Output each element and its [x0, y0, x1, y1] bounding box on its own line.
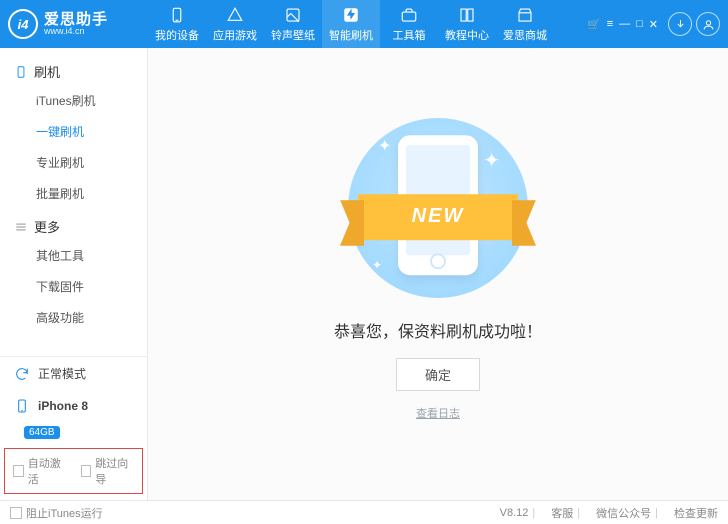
tab-store[interactable]: 爱思商城: [496, 0, 554, 48]
sidebar-item-batch-flash[interactable]: 批量刷机: [0, 178, 147, 209]
checkbox-label: 阻止iTunes运行: [26, 505, 103, 521]
checkbox-block-itunes[interactable]: 阻止iTunes运行: [10, 505, 103, 521]
flash-icon: [342, 6, 360, 24]
checkbox-label: 自动激活: [28, 455, 67, 487]
tab-tutorial[interactable]: 教程中心: [438, 0, 496, 48]
tab-label: 爱思商城: [503, 27, 547, 43]
status-support[interactable]: 客服: [551, 505, 573, 521]
apps-icon: [226, 6, 244, 24]
tab-toolbox[interactable]: 工具箱: [380, 0, 438, 48]
tab-label: 铃声壁纸: [271, 27, 315, 43]
device-info[interactable]: iPhone 8: [0, 390, 147, 422]
maximize-button[interactable]: □: [636, 18, 643, 30]
status-wechat[interactable]: 微信公众号: [596, 505, 651, 521]
mode-label: 正常模式: [38, 365, 86, 382]
phone-icon: [14, 398, 30, 414]
phone-icon: [14, 65, 28, 79]
sidebar-item-other-tools[interactable]: 其他工具: [0, 240, 147, 271]
book-icon: [458, 6, 476, 24]
tab-label: 我的设备: [155, 27, 199, 43]
refresh-icon: [14, 366, 30, 382]
tab-label: 应用游戏: [213, 27, 257, 43]
tab-flash[interactable]: 智能刷机: [322, 0, 380, 48]
device-icon: [168, 6, 186, 24]
store-icon: [516, 6, 534, 24]
device-name: iPhone 8: [38, 399, 88, 413]
brand: i4 爱思助手 www.i4.cn: [8, 9, 148, 39]
sidebar-item-onekey-flash[interactable]: 一键刷机: [0, 116, 147, 147]
sidebar-item-download-fw[interactable]: 下载固件: [0, 271, 147, 302]
ok-button[interactable]: 确定: [396, 358, 480, 391]
group-label: 更多: [34, 217, 60, 236]
more-icon: [14, 220, 28, 234]
brand-url: www.i4.cn: [44, 27, 108, 36]
sidebar-group-flash: 刷机: [0, 54, 147, 85]
tab-label: 教程中心: [445, 27, 489, 43]
new-ribbon: NEW: [358, 194, 518, 240]
menu-icon[interactable]: ≡: [607, 18, 613, 30]
options-row: 自动激活 跳过向导: [4, 448, 143, 494]
download-button[interactable]: [668, 12, 692, 36]
checkbox-auto-activate[interactable]: 自动激活: [13, 455, 67, 487]
main-content: ✦ ✦ ✦ NEW 恭喜您，保资料刷机成功啦！ 确定 查看日志: [148, 48, 728, 500]
tab-ringtone[interactable]: 铃声壁纸: [264, 0, 322, 48]
sidebar: 刷机 iTunes刷机 一键刷机 专业刷机 批量刷机 更多 其他工具 下载固件 …: [0, 48, 148, 500]
sidebar-item-itunes-flash[interactable]: iTunes刷机: [0, 85, 147, 116]
device-storage-badge: 64GB: [0, 422, 147, 440]
tab-my-device[interactable]: 我的设备: [148, 0, 206, 48]
titlebar: i4 爱思助手 www.i4.cn 我的设备 应用游戏 铃声壁纸 智能刷机 工具…: [0, 0, 728, 48]
user-button[interactable]: [696, 12, 720, 36]
sidebar-item-advanced[interactable]: 高级功能: [0, 302, 147, 333]
tab-apps[interactable]: 应用游戏: [206, 0, 264, 48]
success-message: 恭喜您，保资料刷机成功啦！: [334, 318, 542, 342]
sidebar-group-more: 更多: [0, 209, 147, 240]
window-controls: 🛒 ≡ — □ ✕: [587, 18, 658, 31]
toolbox-icon: [400, 6, 418, 24]
close-button[interactable]: ✕: [649, 18, 658, 31]
logo-icon: i4: [8, 9, 38, 39]
view-log-link[interactable]: 查看日志: [416, 405, 460, 421]
statusbar: 阻止iTunes运行 V8.12 | 客服 | 微信公众号 | 检查更新: [0, 500, 728, 524]
brand-name: 爱思助手: [44, 12, 108, 27]
version-label: V8.12: [500, 507, 529, 519]
sidebar-item-pro-flash[interactable]: 专业刷机: [0, 147, 147, 178]
device-mode[interactable]: 正常模式: [0, 357, 147, 390]
top-tabs: 我的设备 应用游戏 铃声壁纸 智能刷机 工具箱 教程中心 爱思商城: [148, 0, 587, 48]
tab-label: 工具箱: [393, 27, 426, 43]
minimize-button[interactable]: —: [619, 18, 630, 30]
cart-icon[interactable]: 🛒: [587, 18, 601, 31]
status-update[interactable]: 检查更新: [674, 505, 718, 521]
checkbox-skip-wizard[interactable]: 跳过向导: [81, 455, 135, 487]
group-label: 刷机: [34, 62, 60, 81]
tab-label: 智能刷机: [329, 27, 373, 43]
wallpaper-icon: [284, 6, 302, 24]
checkbox-label: 跳过向导: [95, 455, 134, 487]
success-illustration: ✦ ✦ ✦ NEW: [348, 118, 528, 298]
